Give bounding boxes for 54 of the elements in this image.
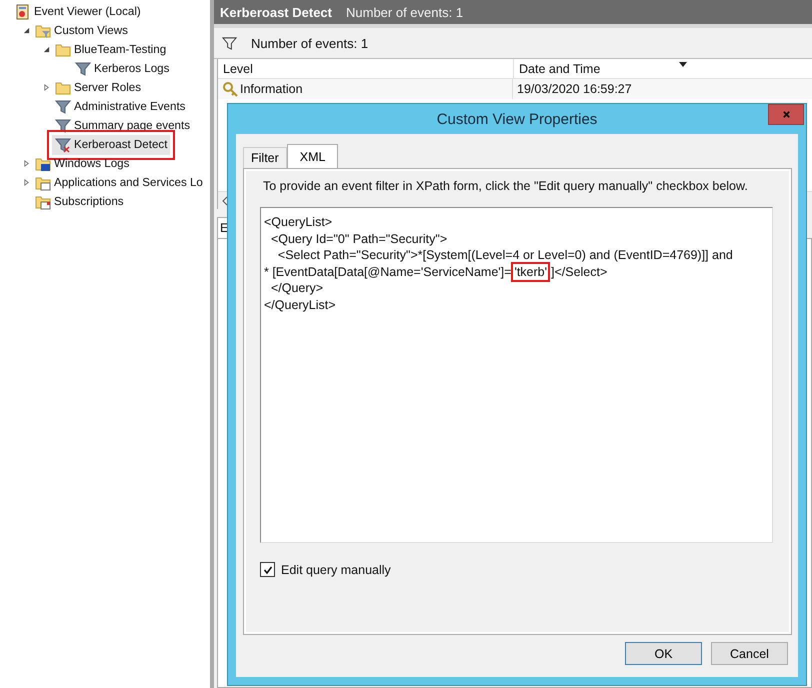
expand-arrow-icon[interactable] (22, 160, 30, 167)
filter-icon (75, 60, 91, 76)
collapse-arrow-icon[interactable] (42, 46, 50, 53)
tree-item[interactable]: Subscriptions (32, 192, 127, 212)
tree-item[interactable]: Kerberos Logs (72, 58, 172, 78)
tree-item[interactable]: Server Roles (52, 78, 144, 98)
dialog-title: Custom View Properties (436, 110, 598, 128)
folder-filter-icon (35, 22, 51, 38)
folder-icon (55, 80, 71, 96)
tree-item[interactable]: Administrative Events (52, 96, 188, 116)
xml-query-field[interactable] (260, 207, 773, 543)
code-line: <Query Id="0" Path="Security"> (270, 230, 448, 247)
filter-icon (55, 98, 71, 114)
checkbox[interactable] (260, 562, 275, 577)
table-cell: Information (240, 82, 303, 96)
tree-item[interactable]: Event Viewer (Local) (12, 2, 144, 22)
table-cell: 19/03/2020 16:59:27 (517, 82, 632, 96)
tree-item[interactable]: BlueTeam-Testing (52, 40, 170, 60)
sort-arrow-icon (679, 62, 687, 67)
folder-icon (55, 42, 71, 58)
event-viewer-icon (15, 4, 31, 20)
folder-window-icon (35, 174, 51, 190)
tab[interactable]: XML (286, 144, 338, 168)
close-icon (782, 110, 790, 119)
tree-item[interactable]: Applications and Services Lo (32, 172, 206, 192)
folder-window-icon (35, 156, 51, 172)
checkbox-label: Edit query manually (281, 562, 391, 576)
expand-arrow-icon[interactable] (42, 84, 50, 91)
code-line: * [EventData[Data[@Name='ServiceName']= 'tkerb' ]</Select> (264, 264, 769, 280)
instruction-text: To provide an event filter in XPath form, click the "Edit query manually" checkbox below. (263, 179, 749, 193)
event-count: Number of events: 1 (346, 4, 464, 20)
code-line: </QueryList> (264, 296, 337, 313)
tree-item[interactable]: Custom Views (32, 20, 131, 40)
collapse-arrow-icon[interactable] (22, 27, 30, 34)
tree-item[interactable]: Windows Logs (32, 154, 132, 174)
checkmark-icon (262, 564, 272, 574)
event-count: Number of events: 1 (251, 36, 368, 50)
close-button[interactable] (768, 104, 804, 125)
dialog-button[interactable]: Cancel (711, 642, 788, 665)
code-line: </Query> (270, 280, 324, 296)
code-line: <Select Path="Security">*[System[(Level=4 or Level=0) and (EventID=4769)]] and (276, 247, 734, 264)
scroll-left-icon[interactable] (221, 196, 229, 206)
filter-icon (222, 36, 237, 50)
code-line: <QueryList> (264, 214, 334, 230)
expand-arrow-icon[interactable] (22, 179, 30, 186)
tab[interactable]: Filter (243, 147, 287, 168)
column-header[interactable]: Date and Time (514, 59, 812, 78)
dialog-button[interactable]: OK (625, 642, 702, 665)
folder-calendar-icon (35, 194, 51, 210)
column-header[interactable]: Level (218, 59, 514, 78)
filter-icon (55, 136, 71, 152)
key-icon (222, 81, 238, 97)
view-title: Kerberoast Detect (220, 4, 332, 20)
tree-item[interactable]: Kerberoast Detect (52, 134, 170, 154)
